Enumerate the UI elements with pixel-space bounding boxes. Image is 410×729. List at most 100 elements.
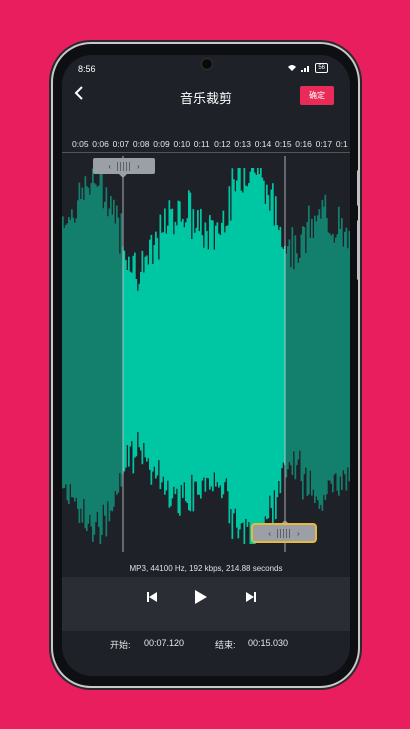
waveform-bar (255, 174, 258, 531)
waveform-bar (312, 238, 315, 490)
waveform-bar (218, 233, 220, 488)
end-trim-handle[interactable]: ‹ › (253, 525, 315, 541)
waveform-bar (272, 183, 274, 531)
waveform-bar (270, 189, 273, 509)
waveform-bar (191, 238, 193, 475)
waveform-bar (302, 226, 304, 500)
waveform-bar (338, 206, 340, 496)
waveform-bar (96, 186, 99, 512)
waveform-bar (183, 227, 186, 483)
waveform-bar (120, 213, 123, 487)
waveform-bar (317, 215, 319, 501)
play-icon[interactable] (194, 589, 208, 605)
waveform-bar (273, 225, 276, 491)
waveform-bar (143, 272, 145, 444)
waveform-bar (68, 217, 70, 505)
waveform-bar (266, 184, 268, 520)
waveform-bar (168, 200, 171, 508)
ruler-label: 0:05 (72, 139, 89, 149)
wifi-icon (288, 65, 297, 71)
chevron-left-icon: ‹ (268, 528, 271, 538)
confirm-button[interactable]: 确定 (300, 86, 334, 105)
waveform-bar (90, 183, 93, 527)
waveform-bar (345, 227, 348, 491)
start-trim-handle[interactable]: ‹ › (93, 158, 155, 174)
waveform-bar (95, 184, 97, 522)
waveform-bar (245, 185, 247, 519)
waveform-bar (140, 271, 142, 451)
waveform-bar (138, 283, 141, 448)
waveform-bar (294, 235, 297, 480)
waveform-bar (267, 195, 270, 519)
waveform-bar (315, 221, 318, 497)
waveform-bar (155, 231, 157, 479)
waveform-bar (164, 208, 166, 495)
waveform[interactable] (62, 156, 350, 552)
waveform-bar (72, 217, 75, 498)
ruler-label: 0:09 (153, 139, 170, 149)
waveform-bar (224, 232, 226, 483)
waveform-bar (234, 191, 237, 509)
start-label: 开始: (110, 640, 131, 650)
ruler-label: 0:14 (254, 139, 272, 149)
ruler-label: 0:15 (275, 139, 292, 149)
waveform-bar (137, 290, 139, 432)
waveform-bar (335, 237, 337, 474)
waveform-bar (180, 221, 183, 486)
waveform-bar (98, 185, 100, 528)
waveform-bar (318, 209, 321, 509)
waveform-bar (69, 219, 72, 485)
waveform-bar (171, 208, 174, 499)
chevron-right-icon: › (137, 161, 140, 171)
ruler-label: 0:11 (193, 139, 210, 149)
waveform-bar (75, 218, 78, 498)
waveform-bar (249, 171, 252, 544)
status-bar: 8:56 56 (62, 55, 350, 83)
waveform-bar (213, 249, 216, 473)
waveform-bar (296, 253, 298, 466)
waveform-bar (194, 232, 196, 482)
waveform-bar (186, 218, 189, 503)
waveform-bar (126, 270, 129, 446)
waveform-bar (114, 223, 117, 492)
waveform-bar (209, 215, 211, 490)
waveform-bar (129, 271, 132, 447)
waveform-bar (189, 192, 192, 512)
waveform-bar (276, 225, 279, 498)
skip-previous-icon[interactable] (146, 591, 158, 603)
waveform-bar (161, 232, 163, 483)
ruler-label: 0:07 (112, 139, 130, 149)
waveform-bar (347, 248, 349, 468)
waveform-bar (341, 218, 343, 490)
ruler-label: 0:13 (234, 139, 251, 149)
waveform-bar (105, 187, 108, 537)
waveform-bar (254, 172, 256, 544)
waveform-bar (275, 196, 277, 520)
audio-info: MP3, 44100 Hz, 192 kbps, 214.88 seconds (129, 564, 283, 573)
waveform-bar (167, 225, 169, 481)
waveform-bar (149, 239, 151, 470)
waveform-bar (207, 249, 210, 479)
end-marker-icon (281, 520, 289, 524)
waveform-bar (170, 209, 172, 507)
ruler-label: 0:1 (335, 139, 348, 149)
waveform-bar (308, 205, 310, 495)
waveform-bar (87, 187, 90, 524)
waveform-bar (101, 172, 103, 535)
waveform-bar (269, 210, 271, 496)
waveform-bar (336, 234, 339, 491)
waveform-bar (332, 233, 334, 493)
waveform-bar (246, 186, 249, 527)
waveform-bar (83, 200, 85, 499)
waveform-bar (152, 264, 154, 472)
waveform-bar (92, 168, 94, 542)
waveform-bar (62, 216, 64, 489)
waveform-bar (113, 199, 115, 507)
waveform-bar (131, 272, 133, 442)
waveform-bar (147, 264, 150, 459)
skip-next-icon[interactable] (245, 591, 257, 603)
waveform-bar (227, 225, 229, 492)
waveform-bar (156, 237, 159, 476)
waveform-bar (176, 225, 178, 489)
waveform-bar (165, 233, 168, 491)
